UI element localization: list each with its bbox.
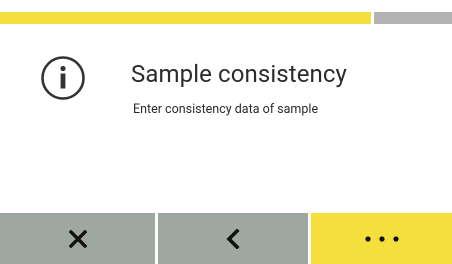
- screen: Sample consistency Enter consistency dat…: [0, 0, 452, 264]
- more-options-button[interactable]: [311, 213, 452, 264]
- progress-bar-fill: [0, 12, 371, 24]
- progress-bar: [0, 12, 452, 24]
- more-dots-icon: [364, 235, 399, 242]
- page-title: Sample consistency: [131, 60, 348, 88]
- info-icon: [40, 55, 86, 101]
- page-subtitle: Enter consistency data of sample: [133, 102, 319, 117]
- cancel-button[interactable]: [0, 213, 155, 264]
- back-button[interactable]: [158, 213, 308, 264]
- close-icon: [68, 229, 87, 248]
- chevron-left-icon: [226, 228, 240, 249]
- progress-bar-remaining: [374, 12, 452, 24]
